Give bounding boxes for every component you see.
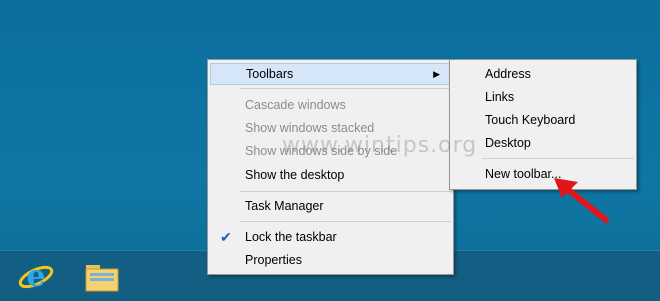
menu-item-label: Touch Keyboard [485,113,576,127]
submenu-arrow-icon: ▶ [433,69,440,79]
menu-separator [240,191,451,192]
submenu-item-address[interactable]: Address [452,63,634,85]
menu-item-properties[interactable]: Properties [210,249,451,271]
menu-item-label: Show windows side by side [245,144,398,158]
svg-text:e: e [26,259,45,294]
menu-item-label: Properties [245,253,302,267]
menu-item-task-manager[interactable]: Task Manager [210,195,451,217]
submenu-item-desktop[interactable]: Desktop [452,132,634,154]
menu-item-cascade-windows[interactable]: Cascade windows [210,94,451,116]
menu-item-label: Show the desktop [245,168,345,182]
menu-item-label: Address [485,67,531,81]
submenu-item-links[interactable]: Links [452,86,634,108]
menu-separator [482,158,634,159]
menu-item-toolbars[interactable]: Toolbars ▶ [210,63,451,85]
menu-item-label: Show windows stacked [245,121,375,135]
menu-item-label: Lock the taskbar [245,230,337,244]
menu-separator [240,88,451,89]
menu-item-lock-taskbar[interactable]: ✔ Lock the taskbar [210,226,451,248]
menu-item-show-desktop[interactable]: Show the desktop [210,164,451,186]
file-explorer-icon[interactable] [82,257,122,297]
menu-item-show-windows-side-by-side[interactable]: Show windows side by side [210,140,451,162]
menu-item-show-windows-stacked[interactable]: Show windows stacked [210,117,451,139]
annotation-arrow-icon [554,178,609,223]
internet-explorer-icon[interactable]: e [16,257,56,297]
taskbar-context-menu: Toolbars ▶ Cascade windows Show windows … [207,59,454,275]
menu-item-label: Desktop [485,136,531,150]
menu-separator [240,221,451,222]
submenu-item-touch-keyboard[interactable]: Touch Keyboard [452,109,634,131]
menu-item-label: Cascade windows [245,98,346,112]
checkmark-icon: ✔ [220,229,232,245]
menu-item-label: Links [485,90,515,104]
menu-item-label: Task Manager [245,199,324,213]
menu-item-label: Toolbars [246,67,294,81]
